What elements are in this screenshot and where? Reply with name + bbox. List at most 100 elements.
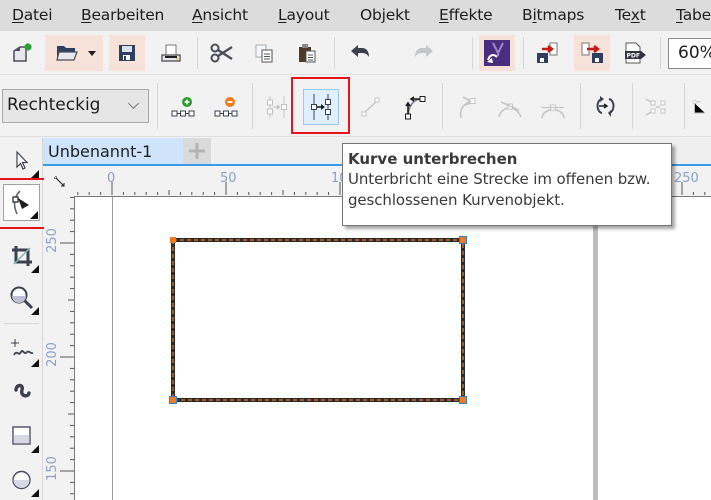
menu-layout[interactable]: Layout (278, 6, 330, 24)
import-button[interactable] (530, 35, 566, 71)
publish-pdf-button[interactable]: PDF (617, 35, 653, 71)
tooltip-description-line1: Unterbricht eine Strecke im offenen bzw. (348, 170, 651, 188)
close-curve-button[interactable] (690, 89, 711, 125)
tool-ellipse[interactable] (3, 461, 40, 498)
toolbar-separator (157, 83, 158, 129)
menu-ansicht[interactable]: Ansicht (192, 6, 248, 24)
zoom-level-input[interactable]: 60% (668, 38, 711, 69)
vertical-ruler[interactable]: 250 200 150 (44, 195, 74, 500)
tab-document[interactable]: Unbenannt-1 (43, 138, 183, 164)
open-button[interactable] (45, 35, 103, 71)
node-top-left[interactable] (170, 237, 176, 243)
to-curve-button[interactable] (397, 89, 433, 125)
export-button[interactable] (574, 35, 610, 71)
toolbar-separator (334, 37, 335, 69)
chevron-down-icon (128, 98, 139, 109)
drawing-canvas[interactable] (74, 196, 711, 500)
new-document-button[interactable] (4, 35, 40, 71)
print-icon (161, 44, 181, 62)
to-line-button[interactable] (353, 89, 389, 125)
menu-bitmaps[interactable]: Bitmaps (522, 6, 584, 24)
menu-bearbeiten[interactable]: Bearbeiten (81, 6, 164, 24)
toolbar-separator (442, 83, 443, 129)
node-bottom-left[interactable] (170, 397, 176, 403)
add-node-button[interactable] (165, 89, 201, 125)
menu-text[interactable]: Text (615, 6, 646, 24)
menu-bar-overlay: Datei Bearbeiten Ansicht Layout Objekt Effekt… (0, 0, 711, 31)
print-button[interactable] (153, 35, 189, 71)
delete-node-button[interactable] (208, 89, 244, 125)
smooth-node-button[interactable] (492, 89, 528, 125)
plus-icon (189, 143, 205, 159)
extract-subpath-button[interactable] (639, 89, 675, 125)
menu-tabe[interactable]: Tabe (676, 6, 711, 24)
tool-rectangle[interactable] (3, 417, 40, 454)
tool-zoom[interactable] (3, 279, 40, 316)
curve-selection-dash (172, 239, 464, 401)
paste-button[interactable] (289, 35, 325, 71)
folder-open-icon (56, 46, 78, 61)
cut-button[interactable] (204, 35, 240, 71)
toolbar-separator (632, 83, 633, 129)
tool-artistic-media[interactable] (3, 374, 40, 411)
copy-button[interactable] (246, 35, 282, 71)
ruler-label: 0 (107, 171, 116, 186)
delete-node-icon (214, 97, 238, 117)
toolbar-separator (252, 83, 253, 129)
flyout-indicator-icon (31, 265, 39, 273)
node-bottom-right[interactable] (460, 397, 466, 403)
chevron-down-icon[interactable] (88, 51, 96, 56)
curve-outline (171, 238, 465, 402)
ruler-origin[interactable] (44, 168, 74, 195)
tab-label: Unbenannt-1 (48, 142, 153, 161)
flyout-indicator-icon (31, 445, 39, 453)
flyout-indicator-icon (31, 170, 39, 178)
rectangle-icon (11, 425, 31, 445)
close-curve-icon (692, 99, 705, 114)
menu-effekte[interactable]: Effekte (439, 6, 493, 24)
tooltip-title: Kurve unterbrechen (348, 150, 518, 168)
menu-objekt[interactable]: Objekt (360, 6, 410, 24)
join-nodes-button[interactable] (259, 89, 295, 125)
tool-pick[interactable] (3, 142, 40, 179)
corel-connect-button[interactable] (479, 35, 515, 71)
toolbar-separator (197, 37, 198, 69)
menu-datei[interactable]: Datei (12, 6, 53, 24)
smooth-node-icon (498, 101, 522, 118)
cusp-node-icon (459, 96, 476, 119)
reverse-direction-icon (596, 96, 615, 117)
rectangle-curve-object[interactable] (75, 197, 711, 500)
pdf-icon: PDF (625, 42, 646, 64)
export-icon (581, 42, 603, 63)
ruler-label: 250 (674, 171, 699, 186)
toolbar-separator (472, 37, 473, 69)
flyout-indicator-icon (31, 307, 39, 315)
flyout-indicator-icon (31, 359, 39, 367)
redo-icon (415, 45, 433, 57)
tool-crop[interactable] (3, 237, 40, 274)
node-type-value: Rechteckig (7, 95, 101, 115)
standard-toolbar: PDF (0, 31, 711, 90)
toolbox-separator (4, 323, 39, 324)
add-tab-button[interactable] (183, 138, 211, 164)
tool-freehand[interactable] (3, 331, 40, 368)
flyout-indicator-icon (31, 489, 39, 497)
save-button[interactable] (109, 35, 145, 71)
to-line-icon (361, 97, 380, 117)
to-curve-icon (405, 96, 426, 120)
tooltip-description-line2: geschlossenen Kurvenobjekt. (348, 191, 565, 209)
artistic-media-icon (13, 383, 31, 398)
symmetrical-node-icon (541, 104, 565, 119)
undo-button[interactable] (342, 35, 378, 71)
redo-button[interactable] (406, 35, 442, 71)
symmetrical-node-button[interactable] (535, 89, 571, 125)
toolbar-separator (660, 37, 661, 69)
highlight-frame-break-curve (291, 77, 350, 134)
node-type-select[interactable]: Rechteckig (2, 89, 149, 123)
ruler-label: 200 (44, 342, 60, 367)
cusp-node-button[interactable] (449, 89, 485, 125)
join-nodes-icon (267, 96, 287, 118)
node-top-right[interactable] (460, 237, 466, 243)
reverse-direction-button[interactable] (587, 89, 623, 125)
ellipse-icon (11, 470, 31, 489)
